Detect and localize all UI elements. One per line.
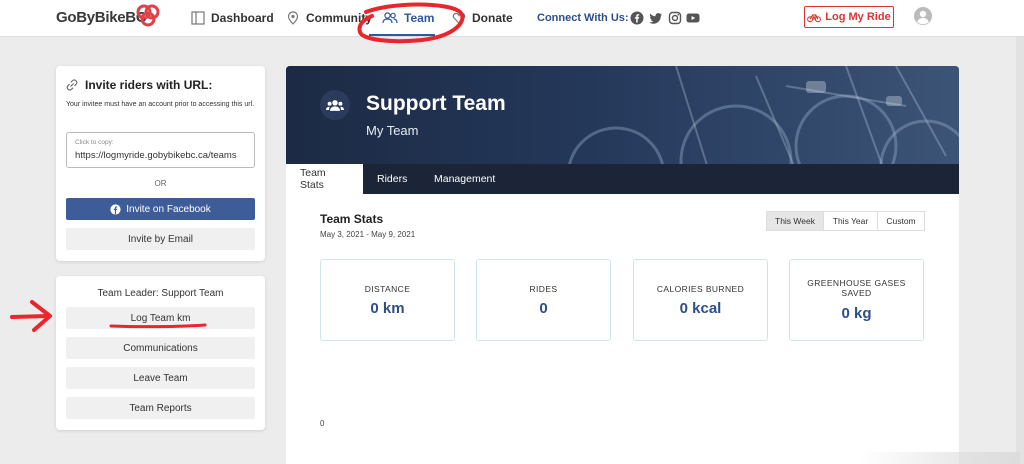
bike-logo-icon <box>136 4 160 27</box>
youtube-icon[interactable] <box>686 11 700 25</box>
team-subtitle: My Team <box>366 123 419 138</box>
stat-value: 0 kcal <box>679 300 722 317</box>
copy-hint: Click to copy: <box>75 139 114 146</box>
instagram-icon[interactable] <box>668 11 682 25</box>
period-this-year-button[interactable]: This Year <box>823 211 878 231</box>
stat-value: 0 km <box>370 300 405 317</box>
team-tabs: Team Stats Riders Management <box>286 164 959 194</box>
site-logo[interactable]: GoByBikeBC <box>56 9 147 26</box>
top-header: GoByBikeBC Dashboard Community Team Dona… <box>0 0 1024 37</box>
team-leader-title: Team Leader: Support Team <box>97 288 224 299</box>
stat-value: 0 kg <box>841 305 872 322</box>
users-icon <box>326 99 344 111</box>
link-icon <box>66 79 78 91</box>
tab-team-stats[interactable]: Team Stats <box>286 164 363 194</box>
stat-label: RIDES <box>529 284 558 294</box>
nav-dashboard-label: Dashboard <box>211 11 274 25</box>
period-custom-button[interactable]: Custom <box>877 211 925 231</box>
dashboard-icon <box>191 11 205 25</box>
invite-facebook-label: Invite on Facebook <box>126 203 211 215</box>
stat-card-rides: RIDES 0 <box>476 259 611 341</box>
facebook-icon[interactable] <box>630 11 644 25</box>
leave-team-button[interactable]: Leave Team <box>66 367 255 389</box>
log-my-ride-label: Log My Ride <box>825 11 891 23</box>
chart-axis-zero: 0 <box>320 419 325 428</box>
page-scrollbar[interactable] <box>1016 37 1024 464</box>
stat-card-distance: DISTANCE 0 km <box>320 259 455 341</box>
invite-title: Invite riders with URL: <box>66 78 212 92</box>
facebook-icon <box>110 203 121 215</box>
team-name-title: Support Team <box>366 92 506 115</box>
stat-card-calories: CALORIES BURNED 0 kcal <box>633 259 768 341</box>
communications-button[interactable]: Communications <box>66 337 255 359</box>
annotation-circle <box>357 2 465 44</box>
connect-label: Connect With Us: <box>537 12 629 24</box>
bottom-shadow <box>860 452 1020 464</box>
or-divider: OR <box>154 179 167 188</box>
team-users-icon <box>320 90 350 120</box>
invite-url[interactable]: https://logmyride.gobybikebc.ca/teams <box>75 150 237 161</box>
stat-label: CALORIES BURNED <box>656 284 745 294</box>
stat-label: GREENHOUSE GASES SAVED <box>807 278 906 298</box>
team-stats-panel: Team Stats May 3, 2021 - May 9, 2021 Thi… <box>286 194 959 464</box>
stat-card-greenhouse-gases: GREENHOUSE GASES SAVED 0 kg <box>789 259 924 341</box>
stats-title: Team Stats <box>320 212 384 226</box>
invite-card: Invite riders with URL: Your invitee mus… <box>56 66 265 261</box>
log-my-ride-button[interactable]: Log My Ride <box>804 6 894 28</box>
nav-donate-label: Donate <box>472 11 513 25</box>
tab-riders[interactable]: Riders <box>363 164 421 194</box>
team-hero-banner: Support Team My Team Team Stats Riders M… <box>286 66 959 194</box>
tab-management[interactable]: Management <box>420 164 509 194</box>
user-avatar-icon[interactable] <box>914 7 932 25</box>
stat-value: 0 <box>539 300 548 317</box>
stat-label: DISTANCE <box>364 284 411 294</box>
nav-dashboard[interactable]: Dashboard <box>191 11 274 25</box>
invite-url-field[interactable]: Click to copy: https://logmyride.gobybik… <box>66 132 255 168</box>
invite-title-label: Invite riders with URL: <box>85 78 213 92</box>
invite-facebook-button[interactable]: Invite on Facebook <box>66 198 255 220</box>
annotation-underline <box>109 323 207 329</box>
bicycle-icon <box>807 13 822 22</box>
period-this-week-button[interactable]: This Week <box>766 211 824 231</box>
annotation-arrow <box>10 300 52 332</box>
twitter-icon[interactable] <box>649 11 663 25</box>
stats-date-range: May 3, 2021 - May 9, 2021 <box>320 230 416 239</box>
team-leader-card: Team Leader: Support Team Log Team km Co… <box>56 276 265 430</box>
map-pin-icon <box>287 11 299 25</box>
team-reports-button[interactable]: Team Reports <box>66 397 255 419</box>
invite-note: Your invitee must have an account prior … <box>66 101 255 108</box>
invite-email-button[interactable]: Invite by Email <box>66 228 255 250</box>
